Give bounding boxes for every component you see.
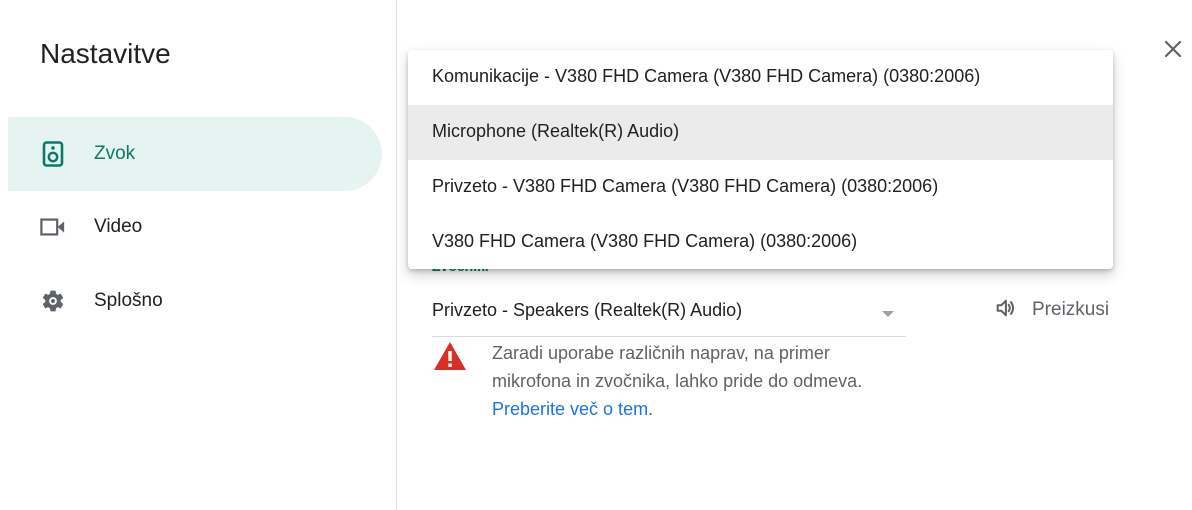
microphone-dropdown-menu: Komunikacije - V380 FHD Camera (V380 FHD… bbox=[408, 50, 1113, 269]
sidebar-item-label: Splošno bbox=[94, 290, 163, 311]
sidebar-item-label: Zvok bbox=[94, 143, 136, 164]
sidebar-divider bbox=[396, 0, 397, 510]
sidebar-item-label: Video bbox=[94, 216, 143, 237]
warning-message: Zaradi uporabe različnih naprav, na prim… bbox=[492, 343, 863, 391]
menu-item-label: Microphone (Realtek(R) Audio) bbox=[432, 121, 680, 141]
learn-more-link[interactable]: Preberite več o tem bbox=[492, 399, 648, 419]
echo-warning-text: Zaradi uporabe različnih naprav, na prim… bbox=[492, 343, 863, 419]
close-button[interactable] bbox=[1158, 36, 1188, 66]
menu-item-label: V380 FHD Camera (V380 FHD Camera) (0380:… bbox=[432, 231, 858, 251]
test-speakers-label: Preizkusi bbox=[1032, 299, 1110, 320]
speaker-icon bbox=[40, 141, 66, 167]
speakers-select[interactable]: Privzeto - Speakers (Realtek(R) Audio) bbox=[432, 290, 906, 337]
menu-item[interactable]: Komunikacije - V380 FHD Camera (V380 FHD… bbox=[408, 50, 1113, 105]
speakers-selected-value: Privzeto - Speakers (Realtek(R) Audio) bbox=[432, 300, 743, 320]
dialog-title: Nastavitve bbox=[40, 38, 171, 69]
menu-item[interactable]: V380 FHD Camera (V380 FHD Camera) (0380:… bbox=[408, 215, 1113, 269]
test-speakers-button[interactable]: Preizkusi bbox=[994, 290, 1109, 330]
menu-item-label: Komunikacije - V380 FHD Camera (V380 FHD… bbox=[432, 66, 981, 86]
settings-dialog: Nastavitve Zvok Video Splošno Privzeto -… bbox=[0, 0, 1192, 510]
menu-item-label: Privzeto - V380 FHD Camera (V380 FHD Cam… bbox=[432, 176, 939, 196]
menu-item-highlighted[interactable]: Microphone (Realtek(R) Audio) bbox=[408, 105, 1113, 160]
close-icon bbox=[1164, 40, 1182, 63]
videocam-icon bbox=[40, 214, 66, 240]
volume-icon bbox=[994, 297, 1016, 324]
sidebar-item-zvok[interactable]: Zvok bbox=[8, 117, 382, 191]
warning-icon bbox=[432, 340, 468, 377]
sidebar-item-splosno[interactable]: Splošno bbox=[8, 264, 382, 338]
menu-item[interactable]: Privzeto - V380 FHD Camera (V380 FHD Cam… bbox=[408, 160, 1113, 215]
sidebar-item-video[interactable]: Video bbox=[8, 190, 382, 264]
gear-icon bbox=[40, 288, 66, 314]
dropdown-arrow-icon bbox=[880, 306, 896, 324]
